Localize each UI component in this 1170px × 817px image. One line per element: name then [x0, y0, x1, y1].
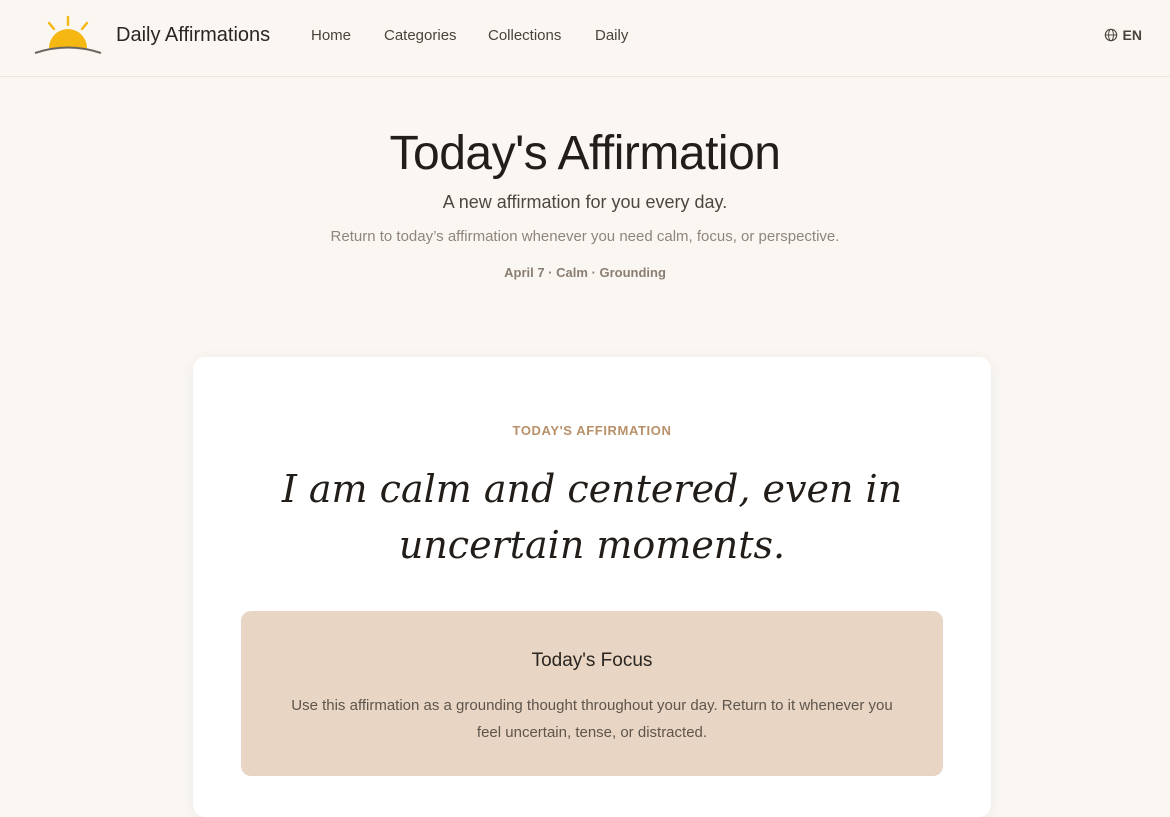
affirmation-card: TODAY'S AFFIRMATION I am calm and center… — [193, 357, 991, 817]
site-brand[interactable]: Daily Affirmations — [116, 24, 270, 47]
affirmation-meta: April 7 · Calm · Grounding — [504, 265, 666, 280]
language-selector[interactable]: EN — [1104, 27, 1142, 43]
page-subtitle: A new affirmation for you every day. — [442, 192, 728, 212]
nav-collections[interactable]: Collections — [488, 27, 561, 44]
focus-box: Today's Focus Use this affirmation as a … — [241, 611, 943, 776]
affirmation-quote: I am calm and centered, even in uncertai… — [281, 467, 903, 567]
sunrise-icon[interactable] — [33, 14, 103, 56]
nav-categories[interactable]: Categories — [384, 27, 457, 44]
page-description: Return to today’s affirmation whenever y… — [330, 228, 840, 245]
page-title: Today's Affirmation — [389, 127, 781, 180]
focus-title: Today's Focus — [531, 650, 653, 671]
nav-daily[interactable]: Daily — [595, 27, 628, 44]
site-header: Daily Affirmations Home Categories Colle… — [0, 0, 1170, 77]
globe-icon — [1104, 28, 1117, 42]
language-label: EN — [1122, 27, 1142, 43]
focus-text: Use this affirmation as a grounding thou… — [291, 697, 893, 741]
card-label: TODAY'S AFFIRMATION — [512, 423, 672, 438]
nav-home[interactable]: Home — [311, 27, 351, 44]
